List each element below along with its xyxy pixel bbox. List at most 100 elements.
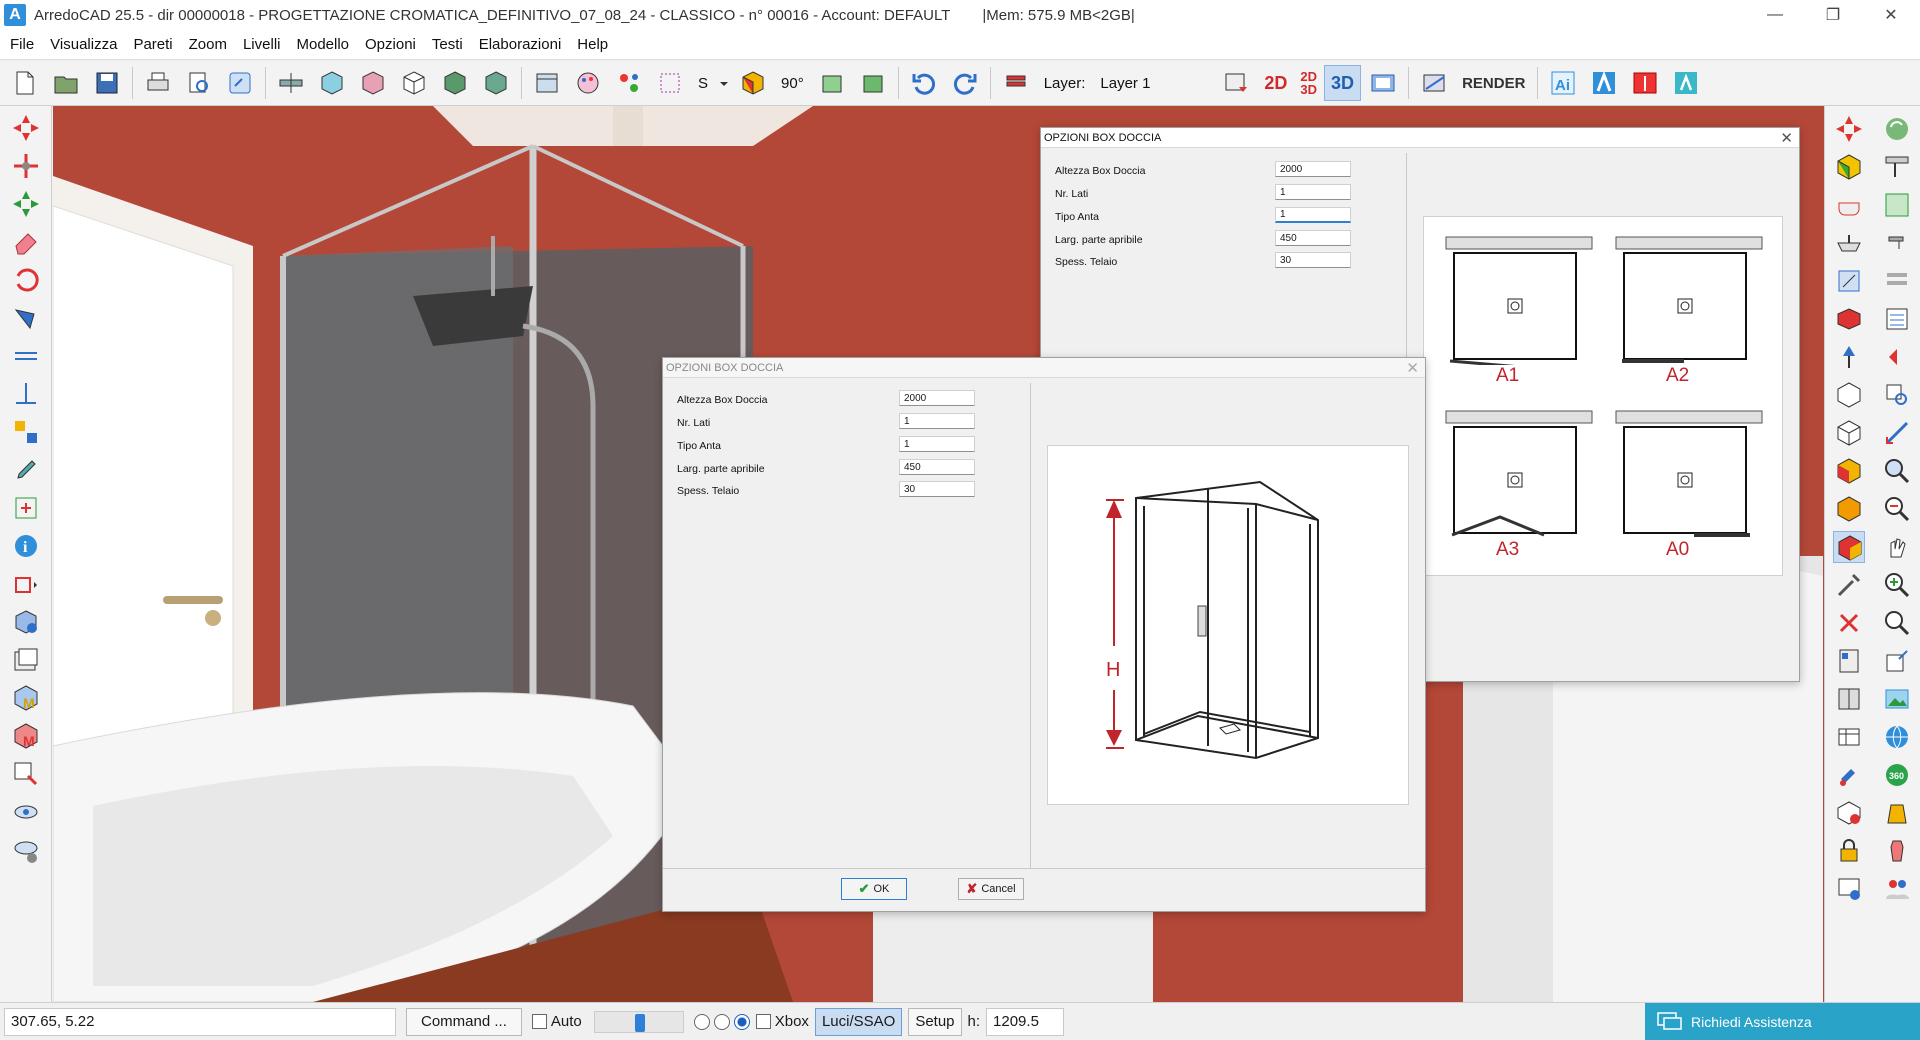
r-table-icon[interactable] — [1881, 151, 1913, 183]
radio-option-2[interactable] — [713, 1013, 730, 1030]
close-button[interactable]: ✕ — [1862, 0, 1920, 30]
move-icon[interactable] — [10, 150, 42, 182]
cube-pink-icon[interactable] — [354, 64, 392, 102]
layer-icon[interactable] — [997, 64, 1035, 102]
back-input-altezza[interactable]: 2000 — [1275, 161, 1351, 177]
r-cube-red-icon[interactable] — [1833, 455, 1865, 487]
r-grid-green-icon[interactable] — [1881, 189, 1913, 221]
xbox-checkbox[interactable] — [755, 1014, 771, 1029]
material-m-icon[interactable]: M — [10, 682, 42, 714]
inspect-icon[interactable] — [10, 758, 42, 790]
render-button[interactable]: RENDER — [1456, 75, 1531, 92]
cube-green-icon[interactable] — [436, 64, 474, 102]
r-cabinet-icon[interactable] — [1833, 683, 1865, 715]
cube-outline-icon[interactable] — [395, 64, 433, 102]
front-input-spess[interactable]: 30 — [899, 481, 975, 497]
print-preview-icon[interactable] — [180, 64, 218, 102]
floor-green-icon[interactable] — [813, 64, 851, 102]
array-icon[interactable] — [10, 416, 42, 448]
view-3d-button[interactable]: 3D — [1324, 65, 1362, 101]
menu-livelli[interactable]: Livelli — [235, 36, 289, 53]
r-shelf-icon[interactable] — [1881, 265, 1913, 297]
parallel-icon[interactable] — [10, 340, 42, 372]
catalog-icon[interactable] — [1626, 64, 1664, 102]
cube-teal-icon[interactable] — [477, 64, 515, 102]
menu-testi[interactable]: Testi — [424, 36, 471, 53]
new-file-icon[interactable] — [6, 64, 44, 102]
info-icon[interactable]: i — [10, 530, 42, 562]
front-input-larg[interactable]: 450 — [899, 459, 975, 475]
h-value-field[interactable]: 1209.5 — [986, 1007, 1065, 1036]
r-wardrobe-icon[interactable] — [1833, 645, 1865, 677]
setup-button[interactable]: Setup — [908, 1007, 962, 1036]
r-tools-icon[interactable] — [1833, 569, 1865, 601]
r-material-icon[interactable] — [1833, 797, 1865, 829]
molecule-icon[interactable] — [610, 64, 648, 102]
r-coat-icon[interactable] — [1881, 797, 1913, 829]
r-cube-orange-icon[interactable] — [1833, 493, 1865, 525]
front-input-tipo-anta[interactable]: 1 — [899, 436, 975, 452]
wall-tool-icon[interactable] — [272, 64, 310, 102]
r-zoom-box-icon[interactable] — [1881, 379, 1913, 411]
r-hex-icon[interactable] — [1833, 379, 1865, 411]
luci-ssao-button[interactable]: Luci/SSAO — [814, 1007, 903, 1036]
floor-green2-icon[interactable] — [854, 64, 892, 102]
r-hand-icon[interactable] — [1881, 531, 1913, 563]
r-paint-icon[interactable] — [1833, 759, 1865, 791]
option-a0[interactable]: A0 — [1614, 409, 1764, 567]
r-settings-icon[interactable] — [1833, 873, 1865, 905]
r-globe-icon[interactable] — [1881, 721, 1913, 753]
r-zoom-out-icon[interactable] — [1881, 493, 1913, 525]
s-label[interactable]: S — [692, 75, 714, 92]
r-bath-icon[interactable] — [1833, 189, 1865, 221]
view-3d-alt-icon[interactable] — [1364, 64, 1402, 102]
back-input-nr-lati[interactable]: 1 — [1275, 184, 1351, 200]
r-zoom-extents-icon[interactable] — [1881, 607, 1913, 639]
print-icon[interactable] — [139, 64, 177, 102]
r-360-icon[interactable]: 360 — [1881, 759, 1913, 791]
perpendicular-icon[interactable] — [10, 378, 42, 410]
move-green-icon[interactable] — [10, 188, 42, 220]
rotate-icon[interactable] — [10, 264, 42, 296]
view-2d-button[interactable]: 2D — [1258, 73, 1293, 94]
menu-pareti[interactable]: Pareti — [125, 36, 180, 53]
r-cube-active-icon[interactable] — [1833, 531, 1865, 563]
r-export-icon[interactable] — [1881, 645, 1913, 677]
back-input-spess[interactable]: 30 — [1275, 252, 1351, 268]
assistant-icon[interactable] — [1667, 64, 1705, 102]
layer-value[interactable]: Layer 1 — [1094, 75, 1214, 92]
r-cube-yellow-icon[interactable] — [1833, 151, 1865, 183]
dialog-back-close-icon[interactable]: ✕ — [1780, 129, 1793, 147]
r-image-icon[interactable] — [1881, 683, 1913, 715]
front-input-nr-lati[interactable]: 1 — [899, 413, 975, 429]
r-measure-icon[interactable] — [1881, 417, 1913, 449]
r-zoom-icon[interactable] — [1881, 455, 1913, 487]
dropdown-arrow-icon[interactable] — [717, 64, 731, 102]
arredocad-icon[interactable] — [1585, 64, 1623, 102]
move-red-icon[interactable] — [10, 112, 42, 144]
radio-option-3[interactable] — [733, 1013, 750, 1030]
assistance-button[interactable]: Richiedi Assistenza — [1645, 1003, 1920, 1040]
quality-slider[interactable] — [593, 1010, 684, 1033]
menu-help[interactable]: Help — [569, 36, 616, 53]
redo-icon[interactable] — [946, 64, 984, 102]
option-a3[interactable]: A3 — [1444, 409, 1594, 567]
r-tap-icon[interactable] — [1881, 227, 1913, 259]
r-move-red-icon[interactable] — [1833, 113, 1865, 145]
visibility-icon[interactable] — [10, 796, 42, 828]
option-a2[interactable]: A2 — [1614, 235, 1764, 393]
back-input-larg[interactable]: 450 — [1275, 230, 1351, 246]
save-icon[interactable] — [88, 64, 126, 102]
minimize-button[interactable]: — — [1746, 0, 1804, 30]
color-cube-icon[interactable] — [734, 64, 772, 102]
r-zoom-plus-icon[interactable] — [1881, 569, 1913, 601]
visibility-settings-icon[interactable] — [10, 834, 42, 866]
ok-button[interactable]: ✔ OK — [841, 878, 907, 900]
r-x-tool-icon[interactable] — [1833, 607, 1865, 639]
snap-icon[interactable] — [10, 568, 42, 600]
dialog-front-close-icon[interactable]: ✕ — [1406, 359, 1419, 377]
window-tool-icon[interactable] — [528, 64, 566, 102]
r-people-icon[interactable] — [1881, 873, 1913, 905]
rotate-90-label[interactable]: 90° — [775, 75, 810, 92]
r-arrow-up-icon[interactable] — [1833, 341, 1865, 373]
